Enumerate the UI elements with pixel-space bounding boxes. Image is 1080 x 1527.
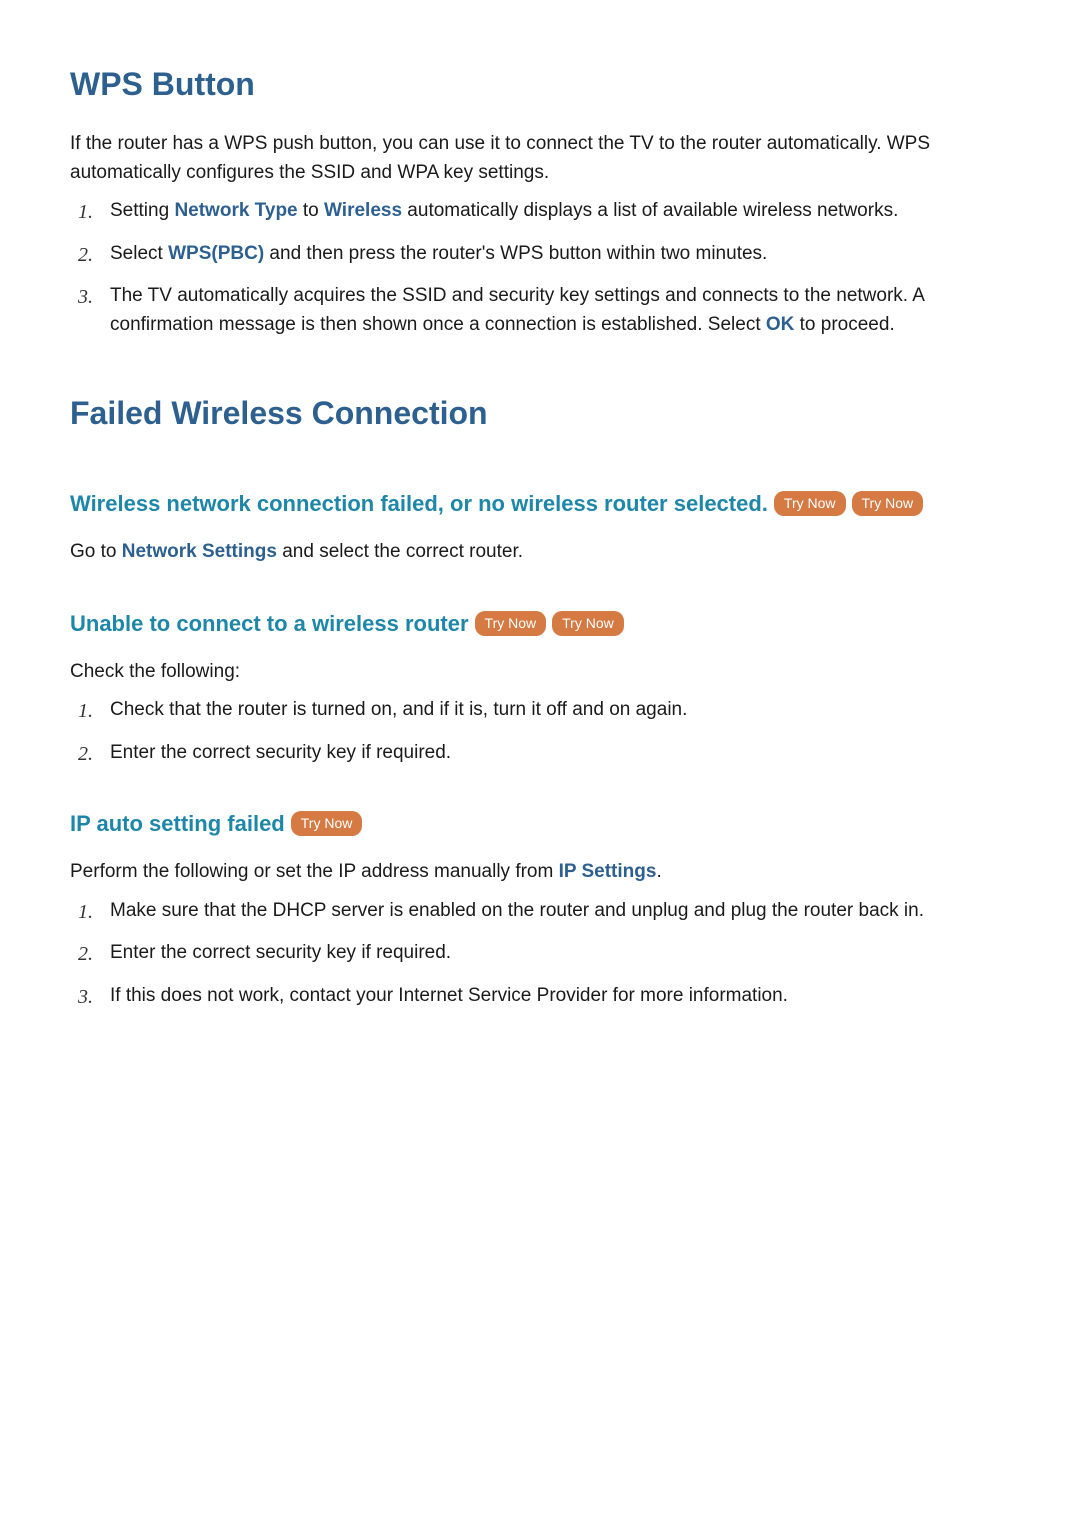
text: Make sure that the DHCP server is enable… bbox=[110, 900, 924, 921]
text: If this does not work, contact your Inte… bbox=[110, 985, 788, 1006]
subheading-text: Wireless network connection failed, or n… bbox=[70, 487, 768, 520]
network-type-link[interactable]: Network Type bbox=[174, 200, 297, 221]
step-number: 3. bbox=[78, 982, 93, 1012]
unable-connect-subheading: Unable to connect to a wireless router T… bbox=[70, 607, 1010, 640]
text: Go to bbox=[70, 541, 122, 562]
ok-link[interactable]: OK bbox=[766, 314, 795, 335]
wps-pbc-link[interactable]: WPS(PBC) bbox=[168, 243, 264, 264]
try-now-button[interactable]: Try Now bbox=[774, 491, 846, 516]
list-item: 1. Make sure that the DHCP server is ena… bbox=[70, 897, 1010, 926]
text: Enter the correct security key if requir… bbox=[110, 942, 451, 963]
ip-auto-steps: 1. Make sure that the DHCP server is ena… bbox=[70, 897, 1010, 1011]
try-now-button[interactable]: Try Now bbox=[291, 811, 363, 836]
subheading-text: Unable to connect to a wireless router bbox=[70, 607, 469, 640]
unable-connect-steps: 1. Check that the router is turned on, a… bbox=[70, 696, 1010, 767]
step-number: 2. bbox=[78, 739, 93, 769]
unable-connect-section: Unable to connect to a wireless router T… bbox=[70, 607, 1010, 768]
text: and select the correct router. bbox=[277, 541, 523, 562]
text: automatically displays a list of availab… bbox=[402, 200, 898, 221]
text: Check that the router is turned on, and … bbox=[110, 699, 687, 720]
step-number: 2. bbox=[78, 939, 93, 969]
unable-connect-intro: Check the following: bbox=[70, 658, 1010, 687]
wireless-link[interactable]: Wireless bbox=[324, 200, 402, 221]
text: Setting bbox=[110, 200, 174, 221]
list-item: 3. The TV automatically acquires the SSI… bbox=[70, 282, 1010, 339]
step-number: 1. bbox=[78, 897, 93, 927]
step-number: 2. bbox=[78, 240, 93, 270]
try-now-button[interactable]: Try Now bbox=[852, 491, 924, 516]
list-item: 2. Select WPS(PBC) and then press the ro… bbox=[70, 240, 1010, 269]
text: Enter the correct security key if requir… bbox=[110, 742, 451, 763]
ip-auto-subheading: IP auto setting failed Try Now bbox=[70, 807, 1010, 840]
try-now-button[interactable]: Try Now bbox=[475, 611, 547, 636]
list-item: 2. Enter the correct security key if req… bbox=[70, 739, 1010, 768]
text: . bbox=[656, 861, 661, 882]
step-number: 1. bbox=[78, 696, 93, 726]
text: and then press the router's WPS button w… bbox=[264, 243, 767, 264]
ip-auto-intro: Perform the following or set the IP addr… bbox=[70, 858, 1010, 887]
subheading-text: IP auto setting failed bbox=[70, 807, 285, 840]
text: Perform the following or set the IP addr… bbox=[70, 861, 559, 882]
text: to bbox=[298, 200, 324, 221]
list-item: 3. If this does not work, contact your I… bbox=[70, 982, 1010, 1011]
wps-intro: If the router has a WPS push button, you… bbox=[70, 130, 1010, 187]
network-settings-link[interactable]: Network Settings bbox=[122, 541, 277, 562]
list-item: 2. Enter the correct security key if req… bbox=[70, 939, 1010, 968]
list-item: 1. Check that the router is turned on, a… bbox=[70, 696, 1010, 725]
text: Select bbox=[110, 243, 168, 264]
wps-section: WPS Button If the router has a WPS push … bbox=[70, 60, 1010, 339]
step-number: 1. bbox=[78, 197, 93, 227]
try-now-button[interactable]: Try Now bbox=[552, 611, 624, 636]
wireless-failed-subheading: Wireless network connection failed, or n… bbox=[70, 487, 1010, 520]
list-item: 1. Setting Network Type to Wireless auto… bbox=[70, 197, 1010, 226]
wps-steps: 1. Setting Network Type to Wireless auto… bbox=[70, 197, 1010, 339]
wireless-failed-section: Wireless network connection failed, or n… bbox=[70, 487, 1010, 567]
ip-settings-link[interactable]: IP Settings bbox=[559, 861, 657, 882]
text: to proceed. bbox=[794, 314, 894, 335]
step-number: 3. bbox=[78, 282, 93, 312]
wps-heading: WPS Button bbox=[70, 60, 1010, 108]
wireless-failed-body: Go to Network Settings and select the co… bbox=[70, 538, 1010, 567]
failed-wireless-heading: Failed Wireless Connection bbox=[70, 389, 1010, 437]
ip-auto-section: IP auto setting failed Try Now Perform t… bbox=[70, 807, 1010, 1010]
